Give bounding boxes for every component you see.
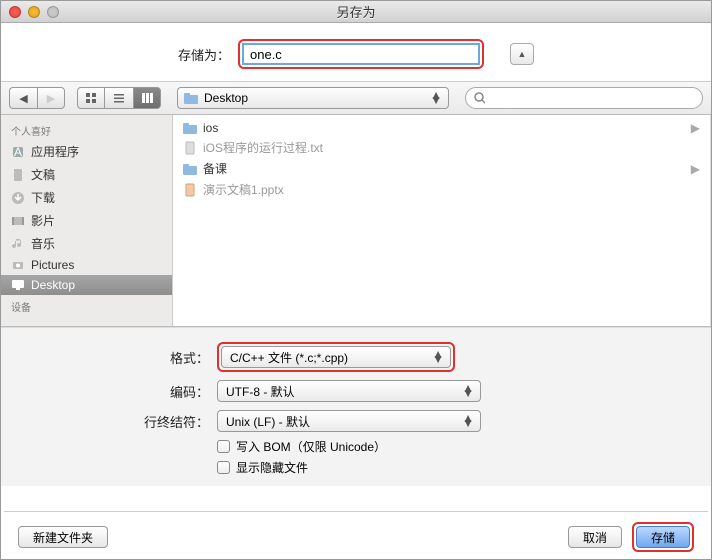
pptx-file-icon	[183, 183, 197, 197]
file-item-file[interactable]: 演示文稿1.pptx	[173, 179, 710, 200]
browser-toolbar: ◀ ▶ Desktop	[1, 81, 711, 115]
folder-icon	[183, 121, 197, 135]
file-name: iOS程序的运行过程.txt	[203, 139, 323, 156]
dropdown-arrows-icon	[432, 352, 444, 362]
save-as-label: 存储为：	[178, 45, 230, 64]
sidebar-favorites-header: 个人喜好	[1, 119, 172, 140]
columns-view-icon	[141, 92, 153, 104]
list-view-icon	[113, 92, 125, 104]
movie-icon	[11, 214, 25, 228]
view-columns-button[interactable]	[133, 87, 161, 109]
svg-text:A: A	[14, 145, 22, 159]
show-hidden-label: 显示隐藏文件	[236, 459, 308, 476]
chevron-right-icon: ▶	[691, 162, 700, 176]
file-item-file[interactable]: iOS程序的运行过程.txt	[173, 137, 710, 158]
download-icon	[11, 191, 25, 205]
write-bom-checkbox[interactable]	[217, 440, 230, 453]
write-bom-label: 写入 BOM（仅限 Unicode）	[236, 438, 386, 455]
save-button[interactable]: 存储	[636, 526, 690, 548]
app-icon: A	[11, 145, 25, 159]
sidebar-item-label: 影片	[31, 212, 55, 229]
sidebar-item-label: Pictures	[31, 258, 74, 272]
window-title: 另存为	[1, 2, 711, 21]
chevron-right-icon: ▶	[47, 92, 55, 105]
chevron-right-icon: ▶	[691, 121, 700, 135]
pictures-icon	[11, 258, 25, 272]
location-dropdown[interactable]: Desktop	[177, 87, 449, 109]
sidebar-item-applications[interactable]: A 应用程序	[1, 140, 172, 163]
file-item-folder[interactable]: 备课 ▶	[173, 158, 710, 179]
options-panel: 格式： C/C++ 文件 (*.c;*.cpp) 编码： UTF-8 - 默认 …	[1, 327, 711, 486]
sidebar-item-desktop[interactable]: Desktop	[1, 275, 172, 295]
save-highlight: 存储	[632, 522, 694, 552]
search-field[interactable]	[465, 87, 703, 109]
dropdown-arrows-icon	[462, 386, 474, 396]
doc-icon	[11, 168, 25, 182]
view-list-button[interactable]	[105, 87, 133, 109]
sidebar-item-label: 下载	[31, 189, 55, 206]
sidebar-item-label: Desktop	[31, 278, 75, 292]
column-view: ios ▶ iOS程序的运行过程.txt 备课 ▶ 演示文稿1.pptx	[173, 115, 711, 326]
sidebar-devices-header: 设备	[1, 295, 172, 316]
file-name: ios	[203, 121, 218, 135]
filename-highlight	[238, 39, 484, 69]
desktop-icon	[11, 278, 25, 292]
new-folder-button[interactable]: 新建文件夹	[18, 526, 108, 548]
encoding-label: 编码：	[19, 382, 209, 401]
format-highlight: C/C++ 文件 (*.c;*.cpp)	[217, 342, 455, 372]
titlebar: 另存为	[1, 1, 711, 23]
txt-file-icon	[183, 141, 197, 155]
format-value: C/C++ 文件 (*.c;*.cpp)	[230, 349, 348, 366]
chevron-up-icon: ▲	[518, 49, 527, 59]
nav-back-button[interactable]: ◀	[9, 87, 37, 109]
sidebar-item-label: 音乐	[31, 235, 55, 252]
sidebar-item-music[interactable]: 音乐	[1, 232, 172, 255]
sidebar-item-pictures[interactable]: Pictures	[1, 255, 172, 275]
file-column: ios ▶ iOS程序的运行过程.txt 备课 ▶ 演示文稿1.pptx	[173, 115, 711, 326]
encoding-dropdown[interactable]: UTF-8 - 默认	[217, 380, 481, 402]
file-name: 备课	[203, 160, 227, 177]
lineending-label: 行终结符：	[19, 412, 209, 431]
nav-forward-button[interactable]: ▶	[37, 87, 65, 109]
sidebar-item-downloads[interactable]: 下载	[1, 186, 172, 209]
sidebar-item-label: 应用程序	[31, 143, 79, 160]
icons-view-icon	[85, 92, 97, 104]
sidebar-item-label: 文稿	[31, 166, 55, 183]
format-label: 格式：	[19, 348, 209, 367]
file-item-folder[interactable]: ios ▶	[173, 119, 710, 137]
search-icon	[474, 92, 485, 104]
dialog-footer: 新建文件夹 取消 存储	[4, 511, 708, 552]
location-label: Desktop	[204, 91, 248, 105]
lineending-value: Unix (LF) - 默认	[226, 413, 310, 430]
folder-icon	[184, 92, 198, 104]
cancel-button[interactable]: 取消	[568, 526, 622, 548]
sidebar: 个人喜好 A 应用程序 文稿 下载 影片 音乐	[1, 115, 173, 326]
sidebar-item-documents[interactable]: 文稿	[1, 163, 172, 186]
file-name: 演示文稿1.pptx	[203, 181, 284, 198]
dropdown-arrows-icon	[430, 93, 442, 103]
show-hidden-checkbox[interactable]	[217, 461, 230, 474]
sidebar-item-movies[interactable]: 影片	[1, 209, 172, 232]
dropdown-arrows-icon	[462, 416, 474, 426]
expand-collapse-button[interactable]: ▲	[510, 43, 534, 65]
folder-icon	[183, 162, 197, 176]
view-icons-button[interactable]	[77, 87, 105, 109]
lineending-dropdown[interactable]: Unix (LF) - 默认	[217, 410, 481, 432]
search-input[interactable]	[489, 91, 694, 105]
music-icon	[11, 237, 25, 251]
chevron-left-icon: ◀	[19, 92, 27, 105]
format-dropdown[interactable]: C/C++ 文件 (*.c;*.cpp)	[221, 346, 451, 368]
encoding-value: UTF-8 - 默认	[226, 383, 295, 400]
filename-input[interactable]	[242, 43, 480, 65]
